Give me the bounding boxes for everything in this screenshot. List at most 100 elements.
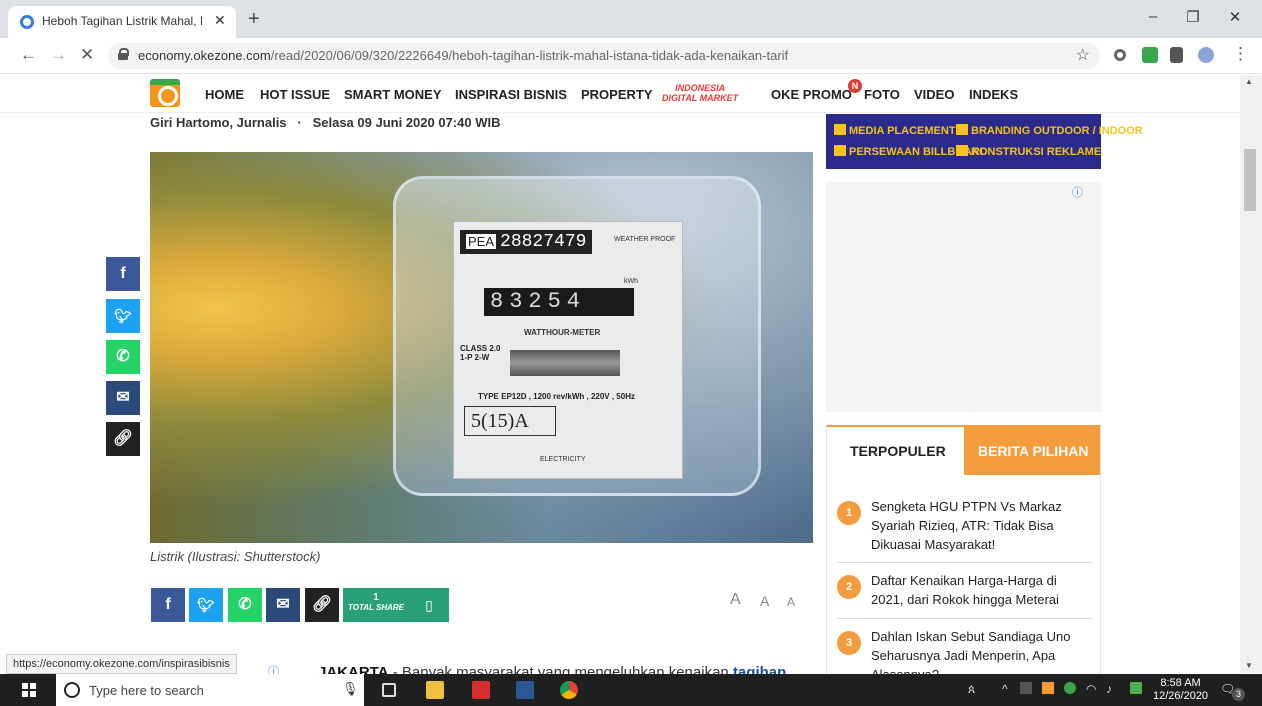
banner-item: BRANDING OUTDOOR / INDOOR [956, 124, 1143, 137]
float-share-whatsapp-button[interactable]: ✆ [106, 340, 140, 374]
window-minimize-button[interactable]: – [1138, 8, 1168, 25]
nav-inspirasi-bisnis[interactable]: INSPIRASI BISNIS [455, 87, 567, 102]
share-whatsapp-button[interactable]: ✆ [228, 588, 262, 622]
acrobat-icon[interactable] [472, 681, 490, 699]
tray-expand-icon[interactable]: ^ [1002, 682, 1008, 696]
task-view-icon[interactable] [382, 683, 396, 697]
battery-icon[interactable] [1130, 682, 1142, 694]
nav-foto[interactable]: FOTO [864, 87, 900, 102]
float-copy-link-button[interactable]: 🔗︎ [106, 422, 140, 456]
tab-close-icon[interactable]: ✕ [214, 12, 226, 29]
nav-home[interactable]: HOME [205, 87, 244, 102]
address-bar[interactable]: economy.okezone.com/read/2020/06/09/320/… [108, 43, 1100, 69]
font-size-medium-button[interactable]: A [760, 593, 769, 609]
banner-item: KONSTRUKSI REKLAME [956, 145, 1101, 158]
news-title[interactable]: Dahlan Iskan Sebut Sandiaga Uno Seharusn… [871, 627, 1081, 674]
nav-indonesia-digital-market[interactable]: INDONESIA DIGITAL MARKET [662, 83, 738, 103]
bookmark-star-icon[interactable]: ☆ [1076, 45, 1090, 65]
news-title[interactable]: Daftar Kenaikan Harga-Harga di 2021, dar… [871, 571, 1081, 609]
meter-kwh-label: kWh [624, 278, 638, 285]
microphone-icon[interactable]: 🎙︎ [342, 681, 359, 697]
chrome-icon[interactable] [560, 681, 578, 699]
meter-class-label: CLASS 2.0 1-P 2-W [460, 344, 501, 362]
browser-tab-strip: Heboh Tagihan Listrik Mahal, Ista ✕ + – … [0, 0, 1262, 38]
scroll-down-icon[interactable]: ▼ [1245, 661, 1253, 670]
back-arrow-icon[interactable]: ← [20, 45, 37, 65]
share-facebook-button[interactable]: f [151, 588, 185, 622]
nav-indeks[interactable]: INDEKS [969, 87, 1018, 102]
list-item[interactable]: 1 Sengketa HGU PTPN Vs Markaz Syariah Ri… [837, 499, 1092, 563]
people-icon[interactable]: ጰ [968, 682, 975, 697]
nav-oke-promo[interactable]: OKE PROMO [771, 87, 852, 102]
share-email-button[interactable]: ✉ [266, 588, 300, 622]
nav-property[interactable]: PROPERTY [581, 87, 653, 102]
font-size-small-button[interactable]: A [787, 595, 795, 609]
article-byline: Giri Hartomo, Jurnalis · Selasa 09 Juni … [150, 115, 501, 130]
window-restore-button[interactable]: ❐ [1178, 8, 1208, 26]
browser-toolbar: ← → ✕ economy.okezone.com/read/2020/06/0… [0, 38, 1262, 74]
byline-author[interactable]: Giri Hartomo, Jurnalis [150, 115, 287, 130]
copy-link-button[interactable]: 🔗︎ [305, 588, 339, 622]
extension-circle-icon[interactable] [1114, 49, 1126, 61]
browser-tab-active[interactable]: Heboh Tagihan Listrik Mahal, Ista ✕ [8, 6, 236, 38]
stop-loading-icon[interactable]: ✕ [80, 45, 94, 65]
rank-badge: 1 [837, 501, 861, 525]
electric-meter-illustration: PEA 28827479 WEATHER PROOF kWh 83254 WATT… [393, 176, 761, 496]
nav-video[interactable]: VIDEO [914, 87, 954, 102]
address-url[interactable]: economy.okezone.com/read/2020/06/09/320/… [138, 48, 788, 63]
browser-menu-icon[interactable]: ⋮ [1232, 44, 1249, 64]
taskbar-search-input[interactable]: Type here to search 🎙︎ [56, 674, 364, 706]
byline-date: Selasa 09 Juni 2020 07:40 WIB [312, 115, 501, 130]
nav-smart-money[interactable]: SMART MONEY [344, 87, 442, 102]
font-size-large-button[interactable]: A [730, 591, 741, 609]
banner-item: MEDIA PLACEMENT [834, 124, 956, 137]
volume-icon[interactable]: ♪ [1106, 682, 1112, 696]
extensions-puzzle-icon[interactable] [1170, 47, 1183, 63]
profile-avatar-icon[interactable] [1198, 47, 1214, 63]
float-share-twitter-button[interactable]: 🐦︎ [106, 299, 140, 333]
float-share-facebook-button[interactable]: f [106, 257, 140, 291]
share-twitter-button[interactable]: 🐦︎ [189, 588, 223, 622]
lock-icon[interactable] [118, 48, 129, 60]
meter-electricity-label: ELECTRICITY [540, 456, 586, 463]
scroll-up-icon[interactable]: ▲ [1245, 77, 1253, 86]
article-photo: PEA 28827479 WEATHER PROOF kWh 83254 WATT… [150, 152, 813, 543]
list-item[interactable]: 3 Dahlan Iskan Sebut Sandiaga Uno Seharu… [837, 629, 1092, 674]
scroll-thumb[interactable] [1244, 149, 1256, 211]
advertising-banner[interactable]: MEDIA PLACEMENT BRANDING OUTDOOR / INDOO… [826, 114, 1143, 169]
ad-info-icon[interactable]: ⓘ [1072, 184, 1083, 200]
new-badge: N [848, 79, 862, 93]
rank-badge: 2 [837, 575, 861, 599]
windows-start-icon[interactable] [22, 683, 36, 697]
taskbar-clock[interactable]: 8:58 AM 12/26/2020 [1153, 677, 1208, 703]
nav-hot-issue[interactable]: HOT ISSUE [260, 87, 330, 102]
popular-news-widget: TERPOPULER BERITA PILIHAN 1 Sengketa HGU… [826, 425, 1101, 675]
window-close-button[interactable]: ✕ [1220, 8, 1250, 26]
page-scrollbar[interactable]: ▲ ▼ [1240, 75, 1262, 673]
tray-app-icon[interactable] [1064, 682, 1076, 694]
word-icon[interactable] [516, 681, 534, 699]
status-bar-url: https://economy.okezone.com/inspirasibis… [6, 654, 237, 674]
float-share-email-button[interactable]: ✉ [106, 381, 140, 415]
meter-disc [510, 350, 620, 376]
tab-title: Heboh Tagihan Listrik Mahal, Ista [42, 14, 202, 28]
body-link-tagihan[interactable]: tagihan [733, 664, 786, 674]
meter-watthour-label: WATTHOUR-METER [524, 328, 601, 337]
tray-app-icon[interactable] [1020, 682, 1032, 694]
news-title[interactable]: Sengketa HGU PTPN Vs Markaz Syariah Rizi… [871, 497, 1081, 554]
new-tab-button[interactable]: + [248, 8, 260, 31]
file-explorer-icon[interactable] [426, 681, 444, 699]
loading-favicon-icon [20, 15, 34, 29]
meter-serial: PEA 28827479 [460, 230, 593, 254]
okezone-logo[interactable] [150, 79, 180, 107]
extension-green-icon[interactable] [1142, 47, 1158, 63]
tray-app-icon[interactable] [1042, 682, 1054, 694]
ad-slot[interactable]: ⓘ [826, 182, 1101, 412]
tab-berita-pilihan[interactable]: BERITA PILIHAN [964, 427, 1100, 475]
wifi-icon[interactable]: ◠ [1086, 682, 1096, 696]
forward-arrow-icon[interactable]: → [50, 45, 67, 65]
photo-caption: Listrik (Ilustrasi: Shutterstock) [150, 549, 321, 564]
list-item[interactable]: 2 Daftar Kenaikan Harga-Harga di 2021, d… [837, 573, 1092, 619]
share-more-button[interactable]: ▯ [409, 588, 449, 622]
tab-terpopuler[interactable]: TERPOPULER [827, 427, 964, 475]
